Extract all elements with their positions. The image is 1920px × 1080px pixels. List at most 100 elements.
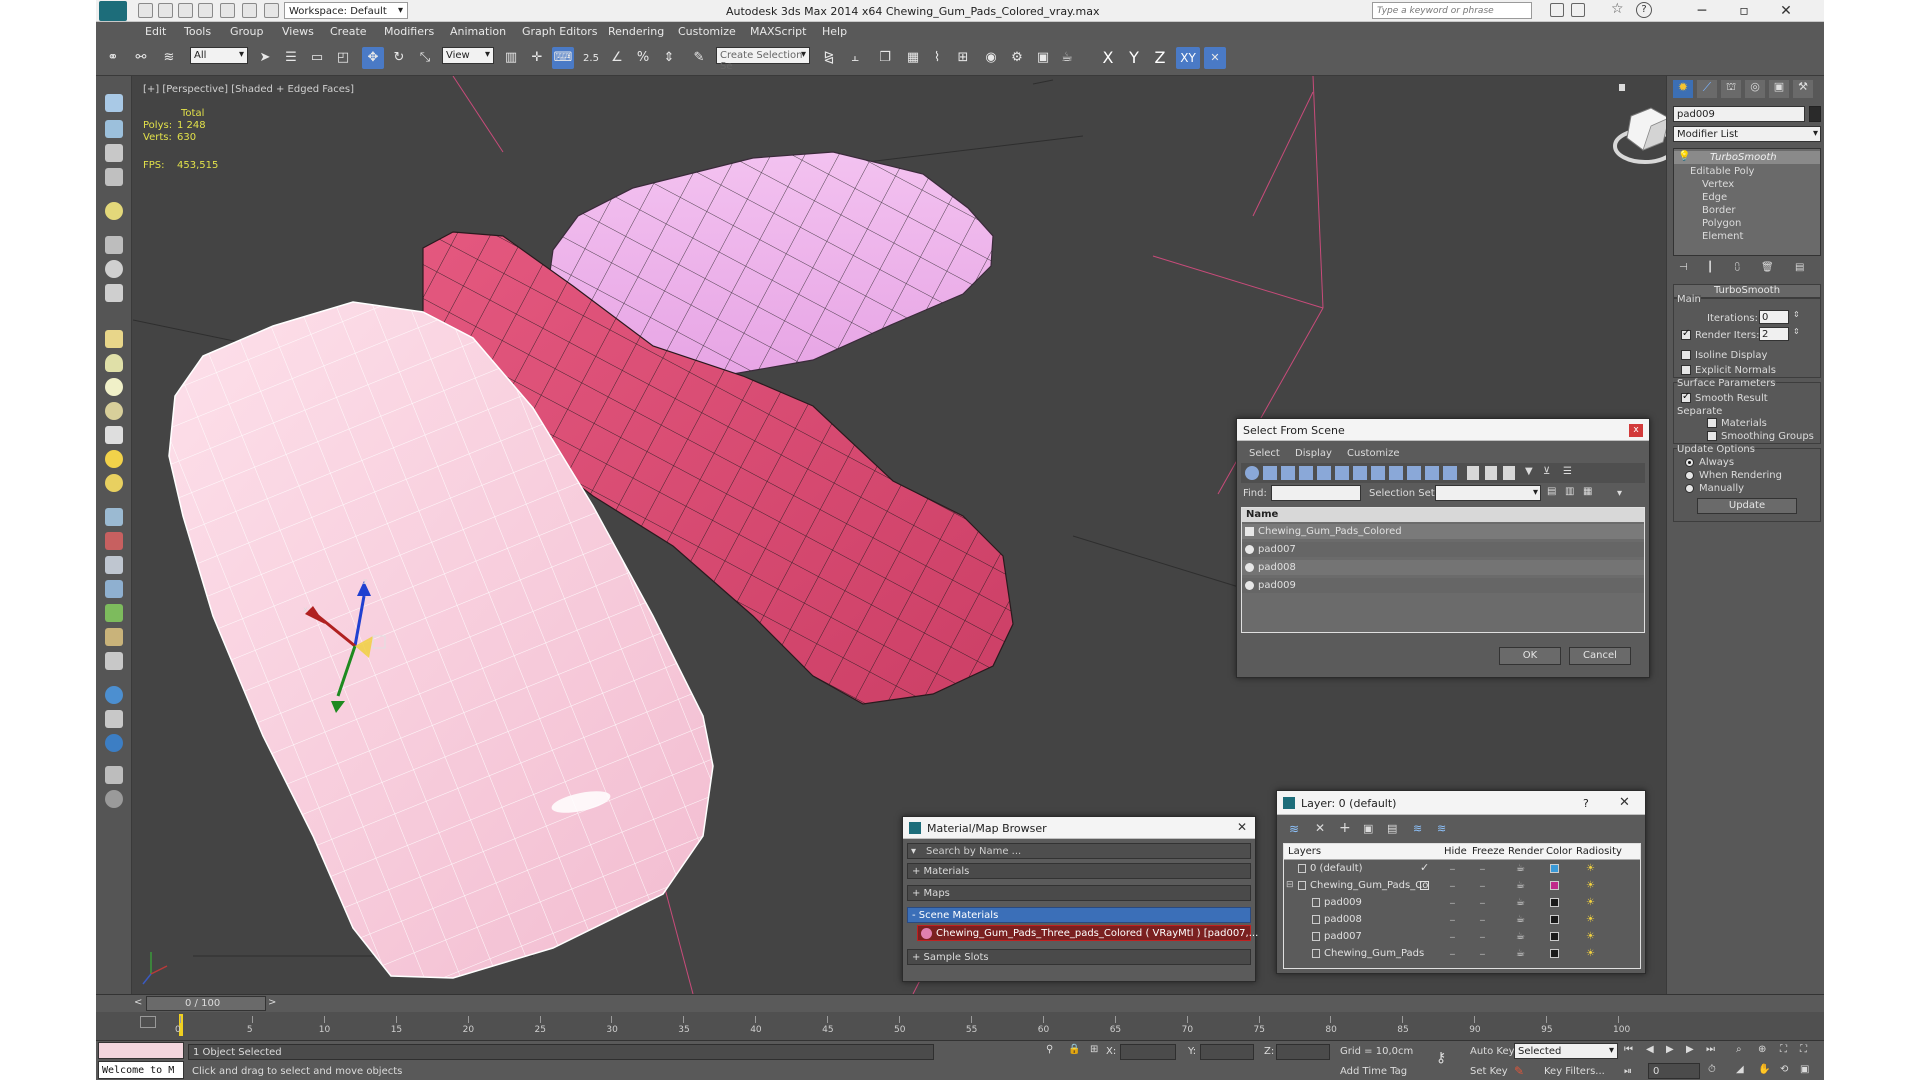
col-hide[interactable]: Hide [1444, 847, 1467, 857]
light-bulb-icon[interactable] [105, 202, 123, 220]
named-selection-set-dropdown[interactable]: Create Selection Se ▾ [716, 47, 810, 72]
window-crossing-icon[interactable]: ◰ [332, 47, 354, 69]
separate-materials-checkbox[interactable] [1707, 418, 1717, 428]
update-manually-radio[interactable] [1685, 484, 1694, 493]
x-coord-field[interactable] [1120, 1044, 1176, 1060]
render-teapot-icon[interactable]: ☕ [1516, 880, 1525, 891]
sfs-menu-customize[interactable]: Customize [1347, 449, 1400, 459]
hold-icon[interactable] [264, 3, 279, 18]
object-row-pad007[interactable]: pad007 [1242, 542, 1644, 557]
filter-funnel-icon[interactable]: ▼ [1525, 467, 1533, 477]
axis-plane-cycle-icon[interactable]: ✕ [1204, 47, 1226, 69]
filter-groups-icon[interactable] [1353, 466, 1367, 480]
sphere-icon[interactable] [105, 378, 123, 396]
layer-row[interactable]: Chewing_Gum_Pads ─ ─ ☕ ☀ [1284, 947, 1640, 961]
maximize-button[interactable]: ▫ [1724, 0, 1764, 22]
selection-set-edit-icon[interactable]: ▤ [1547, 487, 1556, 497]
active-layer-check-icon[interactable]: ✓ [1420, 861, 1429, 874]
freeze-toggle[interactable]: ─ [1480, 950, 1485, 959]
rendered-frame-window-icon[interactable]: ▣ [1032, 47, 1054, 69]
hide-toggle[interactable]: ─ [1450, 882, 1455, 891]
render-teapot-icon[interactable]: ☕ [1516, 931, 1525, 942]
selection-set-dropdown[interactable]: ▾ [1435, 485, 1541, 501]
object-name-input[interactable]: pad009 [1673, 106, 1805, 122]
layer-manager-icon[interactable]: ❐ [874, 47, 896, 69]
key-mode-icon[interactable]: ⚷ [1436, 1051, 1446, 1065]
filter-helpers-icon[interactable] [1317, 466, 1331, 480]
select-from-scene-close-button[interactable]: x [1629, 424, 1643, 437]
radiosity-icon[interactable]: ☀ [1586, 931, 1595, 942]
remove-modifier-icon[interactable]: 🗑 [1761, 263, 1774, 273]
zoom-extents-all-icon[interactable]: ⛶ [1800, 1045, 1807, 1055]
filter-bones-icon[interactable] [1389, 466, 1403, 480]
spinner-snap-icon[interactable]: ⇕ [658, 47, 680, 69]
current-layer-box-icon[interactable] [1420, 881, 1429, 890]
grid-icon[interactable] [105, 168, 123, 186]
angle-snap-icon[interactable]: ∠ [606, 47, 628, 69]
unlink-icon[interactable]: ⚯ [130, 47, 152, 69]
time-slider-prev-icon[interactable]: < [134, 998, 142, 1008]
z-coord-field[interactable] [1276, 1044, 1330, 1060]
filter-hidden-icon[interactable] [1443, 466, 1457, 480]
layer-row[interactable]: ⊟ Chewing_Gum_Pads_Co ─ ─ ☕ ☀ [1284, 879, 1640, 893]
update-button[interactable]: Update [1697, 498, 1797, 514]
update-always-radio[interactable] [1685, 458, 1694, 467]
filter-xrefs-icon[interactable] [1371, 466, 1385, 480]
mirror-icon[interactable]: ⧎ [818, 47, 840, 69]
key-icon[interactable] [1571, 3, 1585, 17]
sort-icon[interactable]: ☰ [1563, 467, 1572, 477]
isoline-checkbox[interactable] [1681, 350, 1691, 360]
freeze-all-layers-icon[interactable]: ≋ [1437, 823, 1446, 834]
maxscript-mini-input[interactable]: Welcome to M [98, 1061, 184, 1079]
col-render[interactable]: Render [1508, 847, 1544, 857]
selection-lock-icon[interactable]: 🔒 [1068, 1045, 1080, 1055]
cancel-button[interactable]: Cancel [1569, 647, 1631, 665]
menu-maxscript[interactable]: MAXScript [750, 25, 806, 38]
maxscript-listener[interactable] [98, 1042, 184, 1059]
cone-icon[interactable] [105, 426, 123, 444]
link-icon[interactable]: ⚭ [102, 47, 124, 69]
go-to-end-icon[interactable]: ⏭ [1706, 1045, 1715, 1055]
render-teapot-icon[interactable]: ☕ [1516, 897, 1525, 908]
render-setup-icon[interactable]: ⚙ [1006, 47, 1028, 69]
viewport-light-icon[interactable] [1619, 84, 1625, 91]
render-teapot-icon[interactable]: ☕ [1516, 863, 1525, 874]
filter-containers-icon[interactable] [1407, 466, 1421, 480]
percent-snap-icon[interactable]: % [632, 47, 654, 69]
filter-lights-icon[interactable] [1281, 466, 1295, 480]
menu-customize[interactable]: Customize [678, 25, 736, 38]
explicit-normals-checkbox[interactable] [1681, 365, 1691, 375]
camera-icon[interactable] [105, 260, 123, 278]
maps-group[interactable]: + Maps [907, 885, 1251, 901]
iterations-spinner-arrows-icon[interactable]: ⇕ [1793, 311, 1800, 319]
utilities-tab-icon[interactable]: ⚒ [1793, 80, 1813, 98]
reference-coordinate-dropdown[interactable]: View ▾ [442, 47, 494, 64]
radiosity-icon[interactable]: ☀ [1586, 914, 1595, 925]
axis-constraint-xy[interactable]: XY [1176, 47, 1200, 69]
auto-key-button[interactable]: Auto Key [1470, 1047, 1515, 1057]
globe-icon[interactable] [105, 686, 123, 704]
app-logo-icon[interactable] [99, 1, 127, 21]
radiosity-icon[interactable]: ☀ [1586, 880, 1595, 891]
new-file-icon[interactable] [138, 3, 153, 18]
bind-spacewarp-icon[interactable]: ≋ [158, 47, 180, 69]
help-search-input[interactable]: Type a keyword or phrase [1372, 2, 1532, 19]
stack-polygon[interactable]: Polygon [1702, 219, 1741, 229]
layer-dialog-close-icon[interactable]: ✕ [1619, 795, 1630, 810]
absolute-mode-icon[interactable]: ⊞ [1090, 1045, 1098, 1055]
freeze-toggle[interactable]: ─ [1480, 916, 1485, 925]
stack-vertex[interactable]: Vertex [1702, 180, 1734, 190]
collapse-toggle-icon[interactable]: ⊟ [1286, 880, 1294, 890]
render-teapot-icon[interactable]: ☕ [1516, 948, 1525, 959]
sun-icon[interactable] [105, 450, 123, 468]
select-all-icon[interactable] [1467, 466, 1479, 480]
filter-spacewarps-icon[interactable] [1335, 466, 1349, 480]
render-iters-checkbox[interactable]: ✓ [1681, 328, 1691, 340]
render-teapot-icon[interactable]: ☕ [1516, 914, 1525, 925]
menu-edit[interactable]: Edit [145, 25, 166, 38]
teapot-icon[interactable] [105, 94, 123, 112]
current-frame-field[interactable]: 0 [1648, 1063, 1700, 1079]
close-window-button[interactable]: ✕ [1766, 0, 1806, 22]
select-rotate-icon[interactable]: ↻ [388, 47, 410, 69]
sfs-menu-display[interactable]: Display [1295, 449, 1332, 459]
